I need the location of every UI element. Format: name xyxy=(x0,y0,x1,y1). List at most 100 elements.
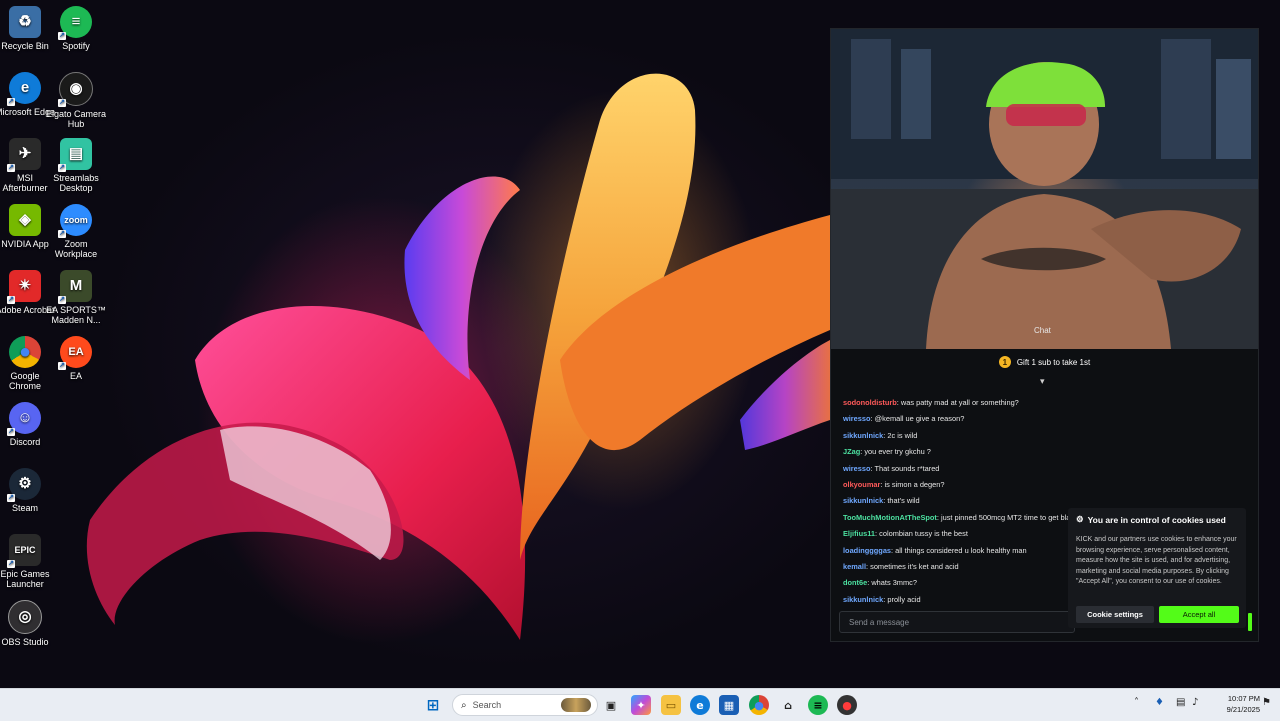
search-highlight-icon xyxy=(561,698,591,712)
copilot-icon[interactable]: ✦ xyxy=(631,695,651,715)
desktop-icon-madden[interactable]: M ↗ EA SPORTS™ Madden N... xyxy=(45,270,107,325)
chat-label: Chat xyxy=(1034,326,1051,335)
taskbar-clock[interactable]: 10:07 PM 9/21/2025 xyxy=(1206,693,1260,715)
chat-username[interactable]: loadinggggas xyxy=(843,546,891,555)
shortcut-arrow-icon: ↗ xyxy=(58,99,66,107)
shortcut-arrow-icon: ↗ xyxy=(58,362,66,370)
terminal-icon[interactable]: ⌂ xyxy=(778,695,798,715)
chat-username[interactable]: sikkunlnick xyxy=(843,496,883,505)
desktop-icon-obs-studio[interactable]: ◎ OBS Studio xyxy=(0,600,56,647)
gift-coin-icon: 1 xyxy=(998,356,1011,368)
chat-text: : colombian tussy is the best xyxy=(875,529,968,539)
chat-username[interactable]: wiresso xyxy=(843,464,871,473)
camera-hub-icon: ◉ ↗ xyxy=(58,72,93,107)
chrome-taskbar-icon[interactable]: ● xyxy=(749,695,769,715)
recording-app-icon[interactable]: ● xyxy=(837,695,857,715)
search-icon: ⌕ xyxy=(461,699,467,711)
desktop-icon-label: Spotify xyxy=(62,41,90,51)
desktop-icon-ea[interactable]: EA ↗ EA xyxy=(45,336,107,381)
network-icon[interactable]: ▤ xyxy=(1176,697,1185,708)
chat-username[interactable]: olkyoumar xyxy=(843,480,880,489)
chat-username[interactable]: sikkunlnick xyxy=(843,595,883,604)
desktop-icon-zoom[interactable]: zoom ↗ Zoom Workplace xyxy=(45,204,107,259)
desktop-icon-label: EA xyxy=(69,371,82,381)
send-message-input[interactable]: Send a message xyxy=(839,611,1075,633)
obs-icon: ◎ xyxy=(8,600,42,634)
chat-text: : that's wild xyxy=(883,496,920,506)
chat-username[interactable]: sikkunlnick xyxy=(843,431,883,440)
tray-overflow-chevron-icon[interactable]: ˄ xyxy=(1134,697,1139,708)
shortcut-arrow-icon: ↗ xyxy=(7,98,15,106)
chat-username[interactable]: TooMuchMotionAtTheSpot xyxy=(843,513,937,522)
discord-icon: ☺ ↗ xyxy=(7,402,41,436)
chat-text: : whats 3mmc? xyxy=(867,578,917,588)
chat-username[interactable]: dont6e xyxy=(843,578,867,587)
chat-text: : all things considered u look healthy m… xyxy=(891,545,1027,555)
desktop-icon-label: EA SPORTS™ Madden N... xyxy=(46,305,106,325)
desktop-icon-label: Steam xyxy=(11,503,38,513)
taskbar-search[interactable]: ⌕ Search xyxy=(452,694,598,716)
zoom-icon: zoom ↗ xyxy=(58,204,92,238)
file-explorer-icon[interactable]: ▭ xyxy=(661,695,681,715)
spotify-taskbar-icon[interactable]: ≡ xyxy=(808,695,828,715)
afterburner-icon: ✈ ↗ xyxy=(7,138,41,172)
shortcut-arrow-icon: ↗ xyxy=(58,164,66,172)
video-player[interactable]: Chat xyxy=(831,29,1258,349)
shortcut-arrow-icon: ↗ xyxy=(7,428,15,436)
search-placeholder: Search xyxy=(472,700,502,710)
desktop-icon-label: OBS Studio xyxy=(1,637,49,647)
chat-message: olkyoumar: is simon a degen? xyxy=(843,477,1243,493)
pinned-gift-bar[interactable]: 1 Gift 1 sub to take 1st xyxy=(831,349,1258,375)
chat-message: sikkunlnick: 2c is wild xyxy=(843,428,1243,444)
desktop-icon-steam[interactable]: ⚙ ↗ Steam xyxy=(0,468,56,513)
streamlabs-icon: ▤ ↗ xyxy=(58,138,92,172)
chat-username[interactable]: Eljifius11 xyxy=(843,529,875,538)
cookie-settings-button[interactable]: Cookie settings xyxy=(1076,606,1154,623)
task-view-icon[interactable]: ▣ xyxy=(601,695,621,715)
chevron-down-icon[interactable]: ▾ xyxy=(1040,377,1045,387)
video-frame xyxy=(831,29,1258,349)
edge-taskbar-icon[interactable]: e xyxy=(690,695,710,715)
chat-username[interactable]: sodonoldisturb xyxy=(843,398,897,407)
nvidia-icon: ◈ xyxy=(9,204,41,236)
desktop-icon-spotify[interactable]: ≡ ↗ Spotify xyxy=(45,6,107,51)
shortcut-arrow-icon: ↗ xyxy=(7,494,15,502)
chat-text: : you ever try gkchu ? xyxy=(860,447,931,457)
store-icon[interactable]: ▦ xyxy=(719,695,739,715)
chat-text: : is simon a degen? xyxy=(880,479,945,489)
cookie-title: You are in control of cookies used xyxy=(1087,514,1226,525)
spotify-icon: ≡ ↗ xyxy=(58,6,92,40)
cookie-title-row: ⚙ You are in control of cookies used xyxy=(1076,514,1226,525)
chat-message: wiresso: That sounds r*tared xyxy=(843,461,1243,477)
desktop-icon-label: Discord xyxy=(9,437,41,447)
notification-bell-icon[interactable]: ⚑ xyxy=(1262,697,1271,708)
start-button[interactable]: ⊞ xyxy=(423,695,443,715)
desktop-icon-label: Epic Games Launcher xyxy=(0,569,50,589)
acrobat-icon: ✴ ↗ xyxy=(7,270,41,304)
send-button[interactable] xyxy=(1248,613,1252,631)
madden-icon: M ↗ xyxy=(58,270,92,304)
desktop-icon-elgato-camera-hub[interactable]: ◉ ↗ Elgato Camera Hub xyxy=(45,72,107,129)
windows-logo-icon: ⊞ xyxy=(426,696,440,714)
accept-all-button[interactable]: Accept all xyxy=(1159,606,1239,623)
chat-text: : sometimes it's ket and acid xyxy=(866,561,959,571)
recycle-bin-icon: ♻ xyxy=(9,6,41,38)
tray-app-icon[interactable]: ♦ xyxy=(1155,697,1164,708)
chat-username[interactable]: wiresso xyxy=(843,414,871,423)
shortcut-arrow-icon: ↗ xyxy=(7,560,15,568)
taskbar: ⊞ ⌕ Search ▣ ✦ ▭ e ▦ ● ⌂ ≡ ● ˄ ♦ ▤ ♪ 10:… xyxy=(0,688,1280,721)
chat-text: : @kemall ue give a reason? xyxy=(870,414,965,424)
chat-username[interactable]: kemall xyxy=(843,562,866,571)
chat-text: : That sounds r*tared xyxy=(870,463,940,473)
chat-message: wiresso: @kemall ue give a reason? xyxy=(843,411,1243,427)
cookie-icon: ⚙ xyxy=(1076,514,1084,524)
chat-username[interactable]: JZag xyxy=(843,447,860,456)
desktop-icon-streamlabs[interactable]: ▤ ↗ Streamlabs Desktop xyxy=(45,138,107,193)
shortcut-arrow-icon: ↗ xyxy=(58,296,66,304)
clock-date: 9/21/2025 xyxy=(1226,705,1260,714)
volume-icon[interactable]: ♪ xyxy=(1192,697,1198,708)
chrome-icon: ● xyxy=(9,336,41,368)
desktop-icon-discord[interactable]: ☺ ↗ Discord xyxy=(0,402,56,447)
desktop-icon-label: Zoom Workplace xyxy=(54,239,98,259)
desktop-icon-epic-games[interactable]: EPIC ↗ Epic Games Launcher xyxy=(0,534,56,589)
